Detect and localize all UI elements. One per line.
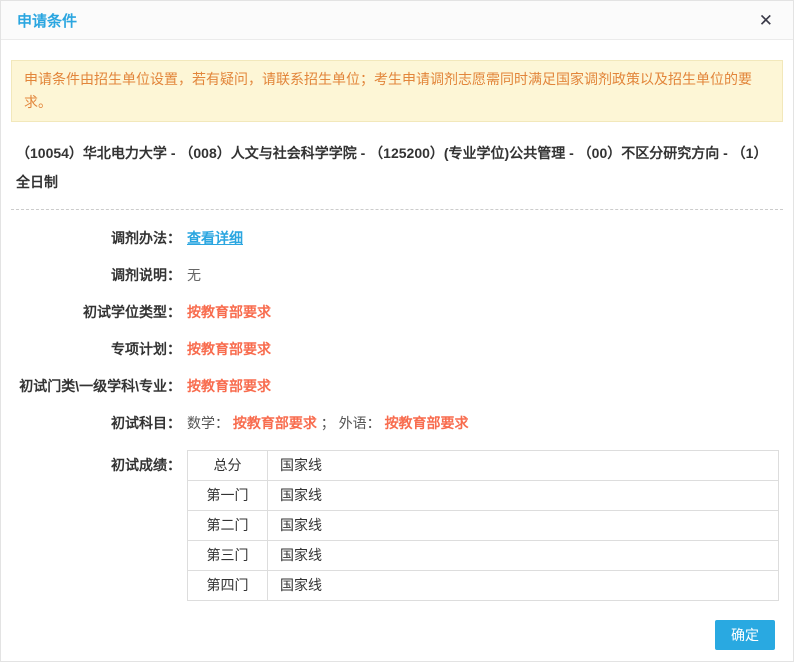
field-row-method: 调剂办法： 查看详细 [11,228,783,249]
score-row-name: 第三门 [187,540,268,571]
close-icon[interactable]: ✕ [755,10,777,31]
field-label-special-plan: 专项计划： [111,341,181,357]
fields-list: 调剂办法： 查看详细 调剂说明： 无 初试学位类型： 按教育部要求 专项计划： … [11,228,783,601]
subject-separator: ； [320,415,335,431]
score-table-row: 第一门 国家线 [187,480,779,511]
score-row-name: 总分 [187,450,268,481]
field-value-discipline: 按教育部要求 [187,378,271,394]
field-row-scores: 初试成绩： 总分 国家线 第一门 国家线 第二门 国家线 第三门 国家线 第四门… [11,450,783,601]
subject-foreign-label: 外语： [338,415,381,431]
score-row-value: 国家线 [267,510,779,541]
field-row-discipline: 初试门类\一级学科\专业： 按教育部要求 [11,376,783,397]
subject-math-label: 数学： [187,415,229,431]
confirm-button[interactable]: 确定 [715,620,775,650]
dialog-body: 申请条件由招生单位设置，若有疑问，请联系招生单位；考生申请调剂志愿需同时满足国家… [1,60,793,601]
apply-conditions-dialog: 申请条件 ✕ 申请条件由招生单位设置，若有疑问，请联系招生单位；考生申请调剂志愿… [0,0,794,662]
field-value-note: 无 [187,267,201,283]
field-label-subjects: 初试科目： [111,415,181,431]
program-info: （10054）华北电力大学 - （008）人文与社会科学学院 - （125200… [16,145,768,190]
score-table-row: 第四门 国家线 [187,570,779,601]
dialog-header: 申请条件 ✕ [1,1,793,40]
field-value-subjects: 数学： 按教育部要求 ； 外语： 按教育部要求 [181,413,469,434]
field-label-degree-type: 初试学位类型： [83,304,181,320]
score-row-value: 国家线 [267,480,779,511]
score-table: 总分 国家线 第一门 国家线 第二门 国家线 第三门 国家线 第四门 国家线 [187,450,779,601]
field-label-method: 调剂办法： [111,230,181,246]
field-row-degree-type: 初试学位类型： 按教育部要求 [11,302,783,323]
subject-foreign-value: 按教育部要求 [384,415,469,431]
field-label-scores: 初试成绩： [111,457,181,473]
score-row-value: 国家线 [267,450,779,481]
dialog-title: 申请条件 [17,12,78,30]
score-table-row: 总分 国家线 [187,450,779,481]
score-row-name: 第二门 [187,510,268,541]
view-detail-link[interactable]: 查看详细 [181,228,243,249]
subject-math-value: 按教育部要求 [232,415,317,431]
field-label-note: 调剂说明： [111,267,181,283]
notice-text: 申请条件由招生单位设置，若有疑问，请联系招生单位；考生申请调剂志愿需同时满足国家… [24,71,752,110]
field-label-discipline: 初试门类\一级学科\专业： [19,378,181,394]
field-value-special-plan: 按教育部要求 [187,341,271,357]
score-table-row: 第三门 国家线 [187,540,779,571]
score-row-value: 国家线 [267,540,779,571]
field-row-special-plan: 专项计划： 按教育部要求 [11,339,783,360]
field-row-subjects: 初试科目： 数学： 按教育部要求 ； 外语： 按教育部要求 [11,413,783,434]
divider [11,209,783,210]
score-row-name: 第一门 [187,480,268,511]
field-row-note: 调剂说明： 无 [11,265,783,286]
score-row-value: 国家线 [267,570,779,601]
score-table-row: 第二门 国家线 [187,510,779,541]
notice-banner: 申请条件由招生单位设置，若有疑问，请联系招生单位；考生申请调剂志愿需同时满足国家… [11,60,783,122]
field-value-degree-type: 按教育部要求 [187,304,271,320]
score-row-name: 第四门 [187,570,268,601]
